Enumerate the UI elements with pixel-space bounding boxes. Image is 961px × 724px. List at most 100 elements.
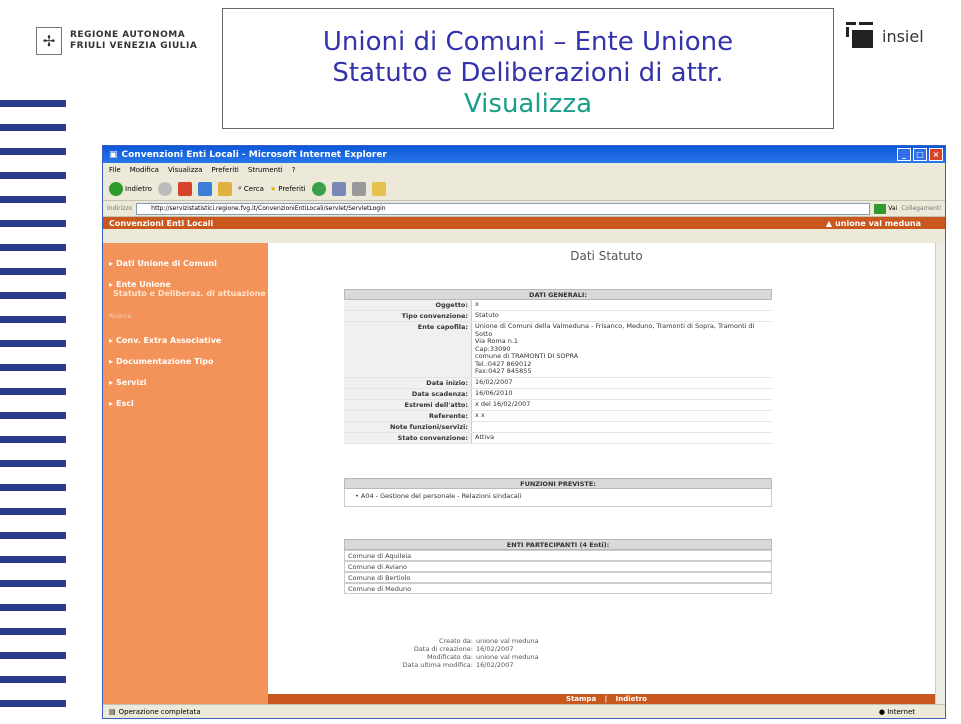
maximize-button[interactable]: □ [913, 148, 927, 161]
links-button[interactable]: Collegamenti [901, 205, 945, 212]
list-item: Comune di Aquileia [344, 550, 772, 561]
close-button[interactable]: × [929, 148, 943, 161]
list-item: Comune di Aviano [344, 561, 772, 572]
insiel-mark-icon [846, 22, 874, 50]
sidebar-item-dati-unione[interactable]: ▸ Dati Unione di Comuni [103, 253, 268, 274]
referente-row: Referente: x x [344, 410, 772, 422]
sidebar-item-servizi[interactable]: ▸ Servizi [103, 372, 268, 393]
window-titlebar: ▣ Convenzioni Enti Locali - Microsoft In… [103, 146, 945, 163]
decorative-stripes [0, 100, 66, 720]
star-icon: ★ [269, 184, 277, 193]
sidebar-item-conv-extra[interactable]: ▸ Conv. Extra Associative [103, 330, 268, 351]
search-icon: ⌕ [237, 184, 242, 192]
menu-visualizza[interactable]: Visualizza [168, 166, 202, 174]
page-content: ▸ Dati Unione di Comuni ▸ Ente Unione Stat… [103, 243, 945, 704]
record-metadata: Creato da: unione val meduna Data di crea… [402, 637, 539, 669]
minimize-button[interactable]: _ [897, 148, 911, 161]
menu-bar: File Modifica Visualizza Preferiti Strum… [103, 163, 945, 177]
sidebar-item-esci[interactable]: ▸ Esci [103, 393, 268, 414]
toolbar: Indietro ⌕ Cerca ★ Preferiti [103, 177, 945, 201]
ie-icon: ▣ [109, 149, 118, 160]
refresh-icon [197, 181, 212, 196]
menu-file[interactable]: File [109, 166, 121, 174]
menu-preferiti[interactable]: Preferiti [211, 166, 238, 174]
data-scadenza-row: Data scadenza: 16/06/2010 [344, 388, 772, 400]
sidebar-item-ricerca[interactable]: Ricerca [103, 303, 268, 330]
sidebar-item-documentazione[interactable]: ▸ Documentazione Tipo [103, 351, 268, 372]
dati-generali-panel: DATI GENERALI: Oggetto: x Tipo convenzion… [344, 289, 772, 444]
folder-icon [371, 181, 386, 196]
funzioni-panel: FUNZIONI PREVISTE: • A04 - Gestione del … [344, 478, 772, 507]
forward-arrow-icon [157, 181, 172, 196]
go-arrow-icon [874, 203, 887, 214]
ente-capofila-row: Ente capofila: Unione di Comuni della Va… [344, 322, 772, 378]
back-arrow-icon [109, 181, 123, 196]
print-button[interactable] [351, 181, 366, 196]
menu-help[interactable]: ? [292, 166, 296, 174]
mail-button[interactable] [331, 181, 346, 196]
enti-panel: ENTI PARTECIPANTI (4 Enti): Comune di Aq… [344, 539, 772, 594]
status-bar: ▤ Operazione completata ● Internet [103, 704, 945, 718]
browser-window: ▣ Convenzioni Enti Locali - Microsoft In… [102, 145, 946, 719]
address-bar: Indirizzo http://servizistatistici.regio… [103, 201, 945, 217]
address-label: Indirizzo [107, 205, 133, 212]
mail-icon [331, 181, 346, 196]
back-button[interactable]: Indietro [109, 181, 152, 196]
menu-strumenti[interactable]: Strumenti [248, 166, 283, 174]
history-button[interactable] [311, 181, 326, 196]
window-title: Convenzioni Enti Locali - Microsoft Inte… [121, 149, 387, 160]
oggetto-row: Oggetto: x [344, 300, 772, 311]
stampa-link[interactable]: Stampa [566, 695, 596, 703]
funzioni-header: FUNZIONI PREVISTE: [344, 478, 772, 489]
refresh-button[interactable] [197, 181, 212, 196]
title-line-1: Unioni di Comuni – Ente Unione [322, 27, 734, 57]
history-icon [311, 181, 326, 196]
globe-icon: ● [878, 707, 888, 716]
sidebar-item-ente-unione[interactable]: ▸ Ente Unione [103, 274, 268, 289]
app-name: Convenzioni Enti Locali [109, 218, 214, 228]
company-name: insiel [882, 26, 924, 46]
folder-button[interactable] [371, 181, 386, 196]
funzione-item: A04 - Gestione del personale - Relazioni… [360, 492, 522, 500]
title-line-3: Visualizza [463, 89, 593, 119]
region-name-line1: REGIONE AUTONOMA [70, 30, 186, 40]
eagle-icon: ✢ [36, 27, 62, 55]
stop-button[interactable] [177, 181, 192, 196]
enti-header: ENTI PARTECIPANTI (4 Enti): [344, 539, 772, 550]
stop-icon [177, 181, 192, 196]
sidebar-item-statuto[interactable]: Statuto e Deliberaz. di attuazione [103, 289, 268, 303]
footer-bar: Stampa | Indietro [268, 694, 945, 704]
app-header: Convenzioni Enti Locali ▲ unione val medu… [103, 217, 945, 229]
triangle-icon: ▸ [109, 336, 114, 345]
forward-button[interactable] [157, 181, 172, 196]
menu-modifica[interactable]: Modifica [130, 166, 159, 174]
home-button[interactable] [217, 181, 232, 196]
triangle-icon: ▸ [109, 378, 114, 387]
user-icon: ▲ [825, 218, 833, 228]
go-button[interactable]: Vai [874, 203, 897, 214]
note-row: Note funzioni/servizi: [344, 421, 772, 433]
favorites-button[interactable]: ★ Preferiti [270, 185, 306, 193]
vertical-scrollbar[interactable] [935, 243, 945, 704]
list-item: Comune di Bertiolo [344, 572, 772, 583]
home-icon [217, 181, 232, 196]
sidebar: ▸ Dati Unione di Comuni ▸ Ente Unione Stat… [103, 243, 268, 704]
estremi-row: Estremi dell'atto: x del 16/02/2007 [344, 399, 772, 411]
search-button[interactable]: ⌕ Cerca [238, 184, 264, 193]
status-text: Operazione completata [118, 707, 201, 716]
title-line-2: Statuto e Deliberazioni di attr. [332, 58, 724, 88]
triangle-icon: ▸ [109, 259, 114, 268]
address-input[interactable]: http://servizistatistici.regione.fvg.it/… [136, 202, 871, 215]
print-icon [351, 181, 366, 196]
triangle-icon: ▸ [109, 357, 114, 366]
indietro-link[interactable]: Indietro [616, 695, 647, 703]
triangle-icon: ▸ [109, 280, 114, 289]
dati-generali-header: DATI GENERALI: [344, 289, 772, 300]
slide-title: Unioni di Comuni – Ente Unione Statuto e… [222, 8, 834, 129]
list-item: Comune di Meduno [344, 583, 772, 594]
data-inizio-row: Data inizio: 16/02/2007 [344, 377, 772, 389]
region-name-line2: FRIULI VENEZIA GIULIA [70, 41, 198, 51]
page-title: Dati Statuto [570, 249, 643, 263]
page-icon: ▤ [109, 707, 116, 716]
user-badge: ▲ unione val meduna [825, 218, 921, 228]
